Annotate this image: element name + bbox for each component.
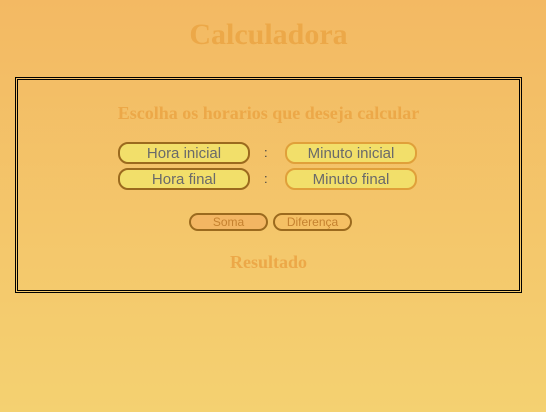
- sum-button[interactable]: Soma: [189, 213, 268, 231]
- end-time-row: :: [18, 168, 519, 194]
- time-separator: :: [264, 171, 268, 186]
- start-minute-input[interactable]: [285, 142, 417, 164]
- difference-button[interactable]: Diferença: [273, 213, 352, 231]
- start-hour-input[interactable]: [118, 142, 250, 164]
- page-title: Calculadora: [189, 18, 348, 51]
- panel-subtitle: Escolha os horarios que deseja calcular: [117, 103, 420, 123]
- result-label: Resultado: [229, 252, 307, 272]
- end-minute-input[interactable]: [285, 168, 417, 190]
- time-separator: :: [264, 145, 268, 160]
- start-time-row: :: [18, 142, 519, 168]
- calculator-panel: Escolha os horarios que deseja calcular …: [15, 77, 522, 293]
- end-hour-input[interactable]: [118, 168, 250, 190]
